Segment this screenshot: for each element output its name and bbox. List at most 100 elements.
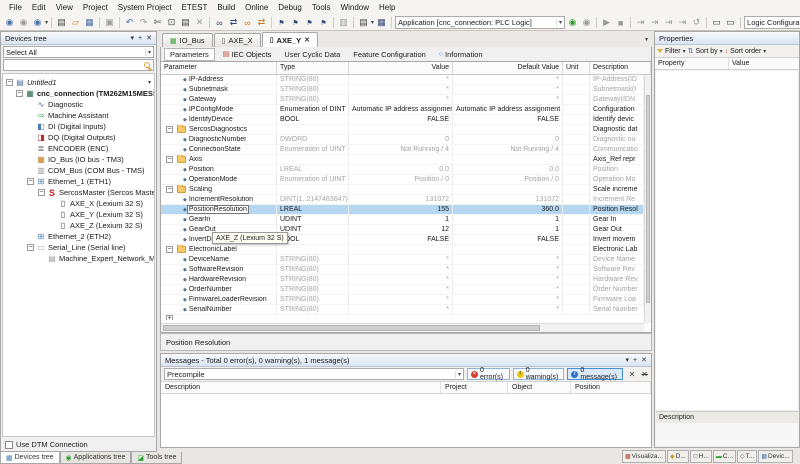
close-tab-icon[interactable]: ✕	[304, 36, 310, 44]
col-value[interactable]: Value	[349, 62, 453, 74]
message-category-combo[interactable]: Precompile▾	[164, 368, 464, 380]
sort-by-button[interactable]: Sort by	[695, 48, 717, 55]
table-row[interactable]: ◆ConnectionStateEnumeration of UINTNot R…	[161, 145, 644, 155]
menu-etest[interactable]: ETEST	[177, 2, 213, 13]
menu-system-project[interactable]: System Project	[113, 2, 177, 13]
expand-toggle[interactable]	[16, 90, 23, 97]
redo-icon[interactable]: ↷	[137, 16, 150, 29]
table-row[interactable]: ◆FirmwareLoaderRevisionSTRING(80)**Firmw…	[161, 295, 644, 305]
application-combo[interactable]: Application [cnc_connection: PLC Logic]▾	[395, 16, 565, 29]
collapse-toggle[interactable]	[166, 246, 173, 253]
subtab-parameters[interactable]: Parameters	[164, 48, 215, 61]
menu-build[interactable]: Build	[212, 2, 240, 13]
print-icon[interactable]: ▣	[103, 16, 116, 29]
table-row[interactable]: ◆DeviceNameSTRING(80)**Device Name	[161, 255, 644, 265]
sort-order-button[interactable]: Sort order	[730, 48, 761, 55]
table-row[interactable]: ◆SoftwareRevisionSTRING(80)**Software Re…	[161, 265, 644, 275]
table-row[interactable]: ◆OrderNumberSTRING(80)**Order Number	[161, 285, 644, 295]
scrollbar-thumb[interactable]	[646, 95, 650, 303]
col-value[interactable]: Value	[729, 58, 799, 69]
bookmark-toggle-icon[interactable]: ⚑	[275, 16, 288, 29]
scope-caret-icon[interactable]: ▾	[145, 49, 151, 56]
col-description[interactable]: Description	[161, 382, 441, 393]
filter-caret-icon[interactable]: ▾	[683, 48, 686, 55]
run-to-cursor-icon[interactable]: ⇥	[676, 16, 689, 29]
col-property[interactable]: Property	[655, 58, 729, 69]
doc-tab-io-bus[interactable]: ▦IO_Bus	[162, 33, 213, 47]
find-next-icon[interactable]: ⇄	[227, 16, 240, 29]
table-row[interactable]: ◆GatewaySTRING(80)**Gateway(IDN	[161, 95, 644, 105]
menu-help[interactable]: Help	[374, 2, 400, 13]
table-row[interactable]: ◆HardwareRevisionSTRING(80)**Hardware Re…	[161, 275, 644, 285]
table-folder-row[interactable]: ScalingScale increme	[161, 185, 644, 195]
step-out-icon[interactable]: ⇥	[662, 16, 675, 29]
table-row[interactable]: ◆OperationModeEnumeration of UINTPositio…	[161, 175, 644, 185]
menu-window[interactable]: Window	[336, 2, 374, 13]
pin-icon[interactable]: +	[633, 357, 637, 364]
table-row[interactable]: ◆IncrementResolutionDINT(1..2147483647)1…	[161, 195, 644, 205]
copy-icon[interactable]: ⊡	[165, 16, 178, 29]
subtab-user-cyclic-data[interactable]: User Cyclic Data	[279, 49, 345, 60]
search-project-icon[interactable]: ∞	[241, 16, 254, 29]
tree-item-com-bus[interactable]: ▥COM_Bus (COM Bus - TMS)	[3, 165, 154, 176]
tree-item-controller[interactable]: ▦cnc_connection (TM262M15MESS8T)	[3, 88, 154, 99]
table-row[interactable]: ◆IdentifyDeviceBOOLFALSEFALSEIdentify de…	[161, 115, 644, 125]
doc-tab-axe-x[interactable]: ▯AXE_X	[214, 33, 261, 47]
nav-options-icon[interactable]: ◉	[31, 16, 44, 29]
expand-toggle[interactable]	[27, 178, 34, 185]
open-project-icon[interactable]: ▱	[69, 16, 82, 29]
tab-visualization-toolbox[interactable]: ▩Visualiza...	[622, 450, 666, 463]
panel-menu-icon[interactable]: ▾	[131, 34, 135, 42]
tree-item-axe-x[interactable]: ▯AXE_X (Lexium 32 S)	[3, 198, 154, 209]
tree-item-sercos-master[interactable]: SSercosMaster (Sercos Master)	[3, 187, 154, 198]
save-icon[interactable]: ▦	[83, 16, 96, 29]
tree-scope-combo[interactable]: Select All▾	[3, 46, 154, 58]
new-object-caret-icon[interactable]: ▾	[371, 19, 374, 26]
collapse-toggle[interactable]	[166, 186, 173, 193]
table-row[interactable]: ◆DiagnosticNumberDWORD00Diagnostic nu	[161, 135, 644, 145]
tab-c[interactable]: ▬C...	[713, 450, 736, 463]
pin-icon[interactable]: +	[138, 35, 142, 42]
reset-icon[interactable]: ↺	[690, 16, 703, 29]
logic-configuration-combo[interactable]: Logic Configuration▾	[744, 16, 800, 29]
table-row-partial[interactable]	[161, 315, 644, 320]
bookmark-prev-icon[interactable]: ⚑	[303, 16, 316, 29]
scrollbar-thumb[interactable]	[163, 325, 540, 331]
bookmark-next-icon[interactable]: ⚑	[289, 16, 302, 29]
table-row[interactable]: ◆IP-AddressSTRING(80)**IP-Address(ID	[161, 75, 644, 85]
filter-button[interactable]: Filter	[665, 48, 681, 55]
force-values-icon[interactable]: ▭	[724, 16, 737, 29]
tree-search-input[interactable]	[3, 59, 154, 71]
clear-messages-icon[interactable]: ✕	[629, 370, 636, 379]
paste-icon[interactable]: ▤	[179, 16, 192, 29]
tree-item-ethernet2[interactable]: ⊞Ethernet_2 (ETH2)	[3, 231, 154, 242]
tree-item-ethernet1[interactable]: ⊞Ethernet_1 (ETH1)	[3, 176, 154, 187]
tree-item-axe-z[interactable]: ▯AXE_Z (Lexium 32 S)	[3, 220, 154, 231]
tree-item-diagnostic[interactable]: ∿Diagnostic	[3, 99, 154, 110]
delete-icon[interactable]: ✕	[193, 16, 206, 29]
bookmark-clear-icon[interactable]: ⚑	[317, 16, 330, 29]
panel-menu-icon[interactable]: ▾	[626, 356, 630, 364]
collapse-toggle[interactable]	[166, 156, 173, 163]
menu-project[interactable]: Project	[78, 2, 113, 13]
menu-tools[interactable]: Tools	[307, 2, 336, 13]
tab-tools-tree[interactable]: ◪Tools tree	[131, 452, 182, 464]
write-values-icon[interactable]: ▭	[710, 16, 723, 29]
step-into-icon[interactable]: ⇥	[648, 16, 661, 29]
stop-icon[interactable]: ■	[614, 16, 627, 29]
tree-item-io-bus[interactable]: ▦IO_Bus (IO bus - TM3)	[3, 154, 154, 165]
logout-icon[interactable]: ◉	[580, 16, 593, 29]
tree-item-di[interactable]: ◧DI (Digital Inputs)	[3, 121, 154, 132]
clear-all-messages-icon[interactable]: ✕	[641, 370, 648, 379]
library-icon[interactable]: ▦	[375, 16, 388, 29]
table-row[interactable]: ◆GearInUDINT11Gear In	[161, 215, 644, 225]
nav-forward-icon[interactable]: ◉	[17, 16, 30, 29]
dtm-connection-checkbox[interactable]	[5, 441, 13, 449]
errors-filter-button[interactable]: ×0 error(s)	[467, 368, 510, 380]
category-caret-icon[interactable]: ▾	[455, 371, 461, 378]
login-icon[interactable]: ◉	[566, 16, 579, 29]
table-row[interactable]: ◆SubnetmaskSTRING(80)**Subnetmask(I	[161, 85, 644, 95]
messages-filter-button[interactable]: i0 message(s)	[567, 368, 622, 380]
undo-icon[interactable]: ↶	[123, 16, 136, 29]
nav-back-icon[interactable]: ◉	[3, 16, 16, 29]
